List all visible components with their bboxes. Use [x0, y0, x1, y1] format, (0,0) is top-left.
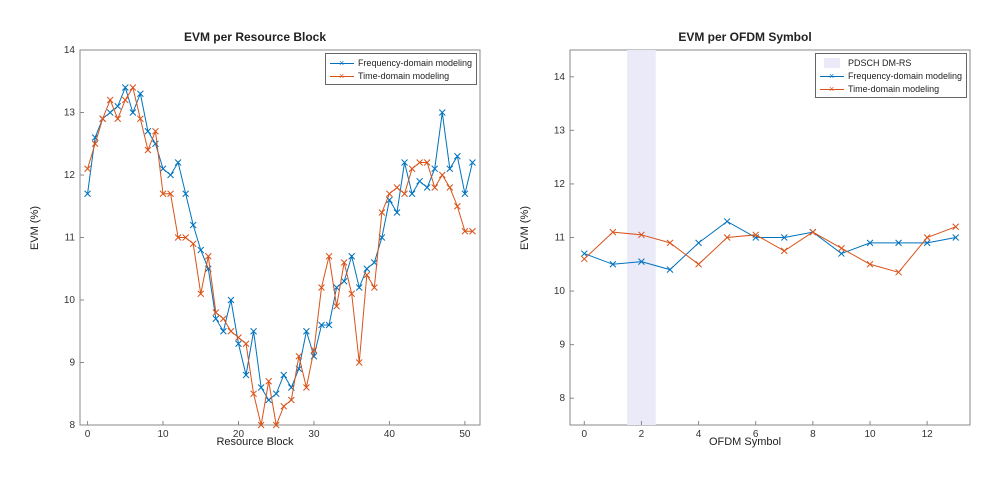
svg-text:0: 0: [85, 429, 91, 440]
svg-text:50: 50: [459, 429, 471, 440]
legend-label-time-2: Time-domain modeling: [848, 84, 939, 94]
ylabel-rb: EVM (%): [29, 206, 41, 250]
svg-text:0: 0: [582, 429, 588, 440]
svg-text:20: 20: [233, 429, 245, 440]
legend-item-freq-2: × Frequency-domain modeling: [820, 69, 962, 82]
svg-text:10: 10: [554, 286, 566, 297]
svg-text:11: 11: [555, 233, 566, 244]
legend-ofdm: PDSCH DM-RS × Frequency-domain modeling …: [815, 53, 967, 98]
svg-text:14: 14: [554, 72, 566, 83]
svg-text:9: 9: [69, 358, 75, 369]
svg-text:40: 40: [384, 429, 396, 440]
svg-text:10: 10: [157, 429, 169, 440]
chart-panel-rb: EVM per Resource Block EVM (%) Resource …: [25, 20, 485, 480]
plot-rb: 01020304050891011121314: [80, 50, 480, 425]
legend-item-freq: × Frequency-domain modeling: [330, 56, 472, 69]
legend-item-patch: PDSCH DM-RS: [820, 56, 962, 69]
svg-text:12: 12: [64, 170, 76, 181]
svg-text:12: 12: [922, 429, 934, 440]
svg-text:8: 8: [69, 420, 75, 431]
svg-text:30: 30: [308, 429, 320, 440]
svg-text:8: 8: [810, 429, 816, 440]
svg-text:11: 11: [65, 233, 76, 244]
svg-text:10: 10: [864, 429, 876, 440]
svg-text:10: 10: [64, 295, 76, 306]
chart-title-ofdm: EVM per OFDM Symbol: [515, 30, 975, 44]
legend-item-time: × Time-domain modeling: [330, 69, 472, 82]
legend-label-patch: PDSCH DM-RS: [848, 58, 912, 68]
svg-text:9: 9: [559, 340, 565, 351]
svg-text:12: 12: [554, 179, 566, 190]
legend-label-freq: Frequency-domain modeling: [358, 58, 472, 68]
legend-rb: × Frequency-domain modeling × Time-domai…: [325, 53, 477, 85]
svg-text:6: 6: [753, 429, 759, 440]
svg-text:4: 4: [696, 429, 702, 440]
svg-text:2: 2: [639, 429, 645, 440]
legend-label-freq-2: Frequency-domain modeling: [848, 71, 962, 81]
legend-item-time-2: × Time-domain modeling: [820, 82, 962, 95]
ylabel-ofdm: EVM (%): [519, 206, 531, 250]
svg-text:8: 8: [559, 393, 565, 404]
svg-text:13: 13: [554, 125, 566, 136]
legend-label-time: Time-domain modeling: [358, 71, 449, 81]
svg-text:13: 13: [64, 108, 76, 119]
svg-text:14: 14: [64, 45, 76, 56]
chart-panel-ofdm: EVM per OFDM Symbol EVM (%) OFDM Symbol …: [515, 20, 975, 480]
plot-ofdm: 024681012891011121314: [570, 50, 970, 425]
chart-title-rb: EVM per Resource Block: [25, 30, 485, 44]
xlabel-rb: Resource Block: [25, 436, 485, 448]
